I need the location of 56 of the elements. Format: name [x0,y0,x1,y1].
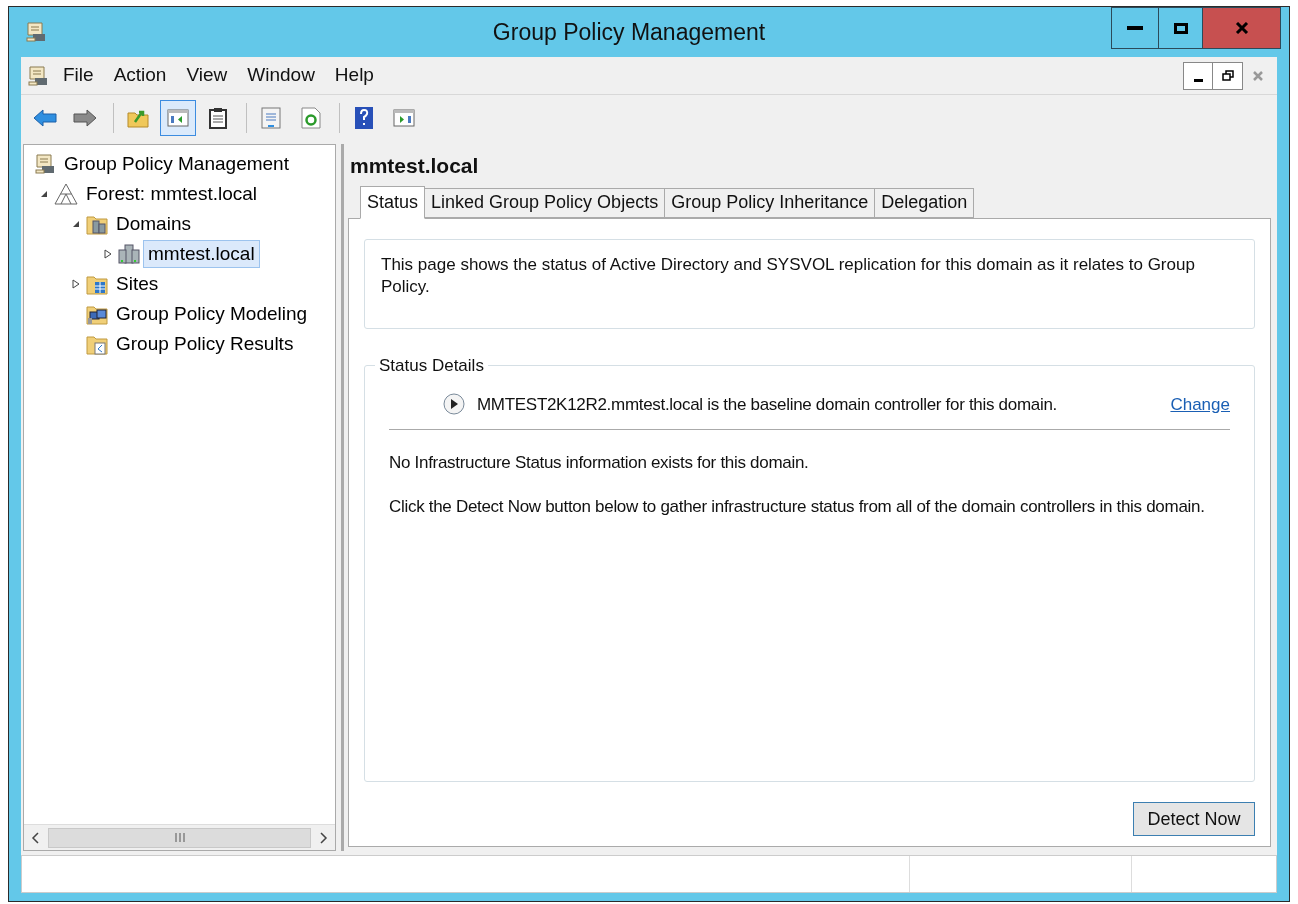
expanded-arrow-icon[interactable] [72,220,80,228]
change-link[interactable]: Change [1170,391,1230,417]
close-icon [1252,69,1264,82]
baseline-text: MMTEST2K12R2.mmtest.local is the baseline domain controller for this domain. [477,393,1058,416]
tree-item[interactable]: Group Policy Modeling [111,300,313,328]
collapsed-arrow-icon[interactable] [104,249,112,259]
properties-icon [261,107,281,129]
grip-icon [174,833,185,842]
menu-item[interactable]: View [176,61,238,90]
window-title: Group Policy Management [491,17,767,47]
horizontal-scrollbar[interactable] [24,824,335,850]
note-text: Click the Detect Now button below to gather infrastructure status from all of the domain controllers in this domain. [389,496,1206,518]
pane-icon [167,109,189,127]
back-arrow-icon [33,109,57,127]
note-text: No Infrastructure Status information exists for this domain. [389,452,810,474]
folder-servers-icon [86,213,108,235]
console-icon [27,64,49,87]
help-icon [355,107,373,129]
play-circle-icon [443,393,465,416]
scroll-thumb[interactable] [48,827,311,848]
detect-now-button[interactable]: Detect Now [1133,802,1255,836]
triangle-trees-icon [54,183,78,205]
restore-icon [1221,69,1234,82]
tab[interactable]: Status [360,185,426,219]
menu-item[interactable]: Window [237,61,325,90]
forward-arrow-icon [73,109,97,127]
menu-item[interactable]: Action [103,61,177,90]
minimize-button[interactable] [1111,7,1159,49]
servers-icon [118,243,140,265]
pane-icon [393,109,415,127]
computers-icon [86,303,108,325]
tree-item[interactable]: Group Policy Results [111,330,299,358]
expanded-arrow-icon[interactable] [40,190,48,198]
intro-text: This page shows the status of Active Directory and SYSVOL replication for this domain as it relates to Group Policy. [381,253,1196,298]
folder-document-icon [86,333,108,355]
restore-button[interactable] [1213,61,1243,90]
menu-item[interactable]: Help [324,61,384,90]
console-icon [34,153,56,175]
tab[interactable]: Delegation [875,187,975,218]
tab[interactable]: Linked Group Policy Objects [425,187,666,218]
tab[interactable]: Group Policy Inheritance [665,187,876,218]
tree-item[interactable]: Group Policy Management [59,150,294,178]
refresh-icon [301,107,321,129]
folder-arrow-icon [127,108,149,128]
minimize-button[interactable] [1183,61,1213,90]
tree-item[interactable]: Forest: mmtest.local [81,180,263,208]
clipboard-icon [209,107,227,129]
folder-sites-icon [86,273,108,295]
page-heading: mmtest.local [349,153,480,179]
tree-item[interactable]: Domains [111,210,196,238]
close-icon [1234,22,1249,34]
tree-item[interactable]: Sites [111,270,164,298]
tree-item[interactable]: mmtest.local [143,240,260,268]
menu-item[interactable]: File [53,61,104,90]
app-icon [25,21,47,43]
collapsed-arrow-icon[interactable] [72,279,80,289]
